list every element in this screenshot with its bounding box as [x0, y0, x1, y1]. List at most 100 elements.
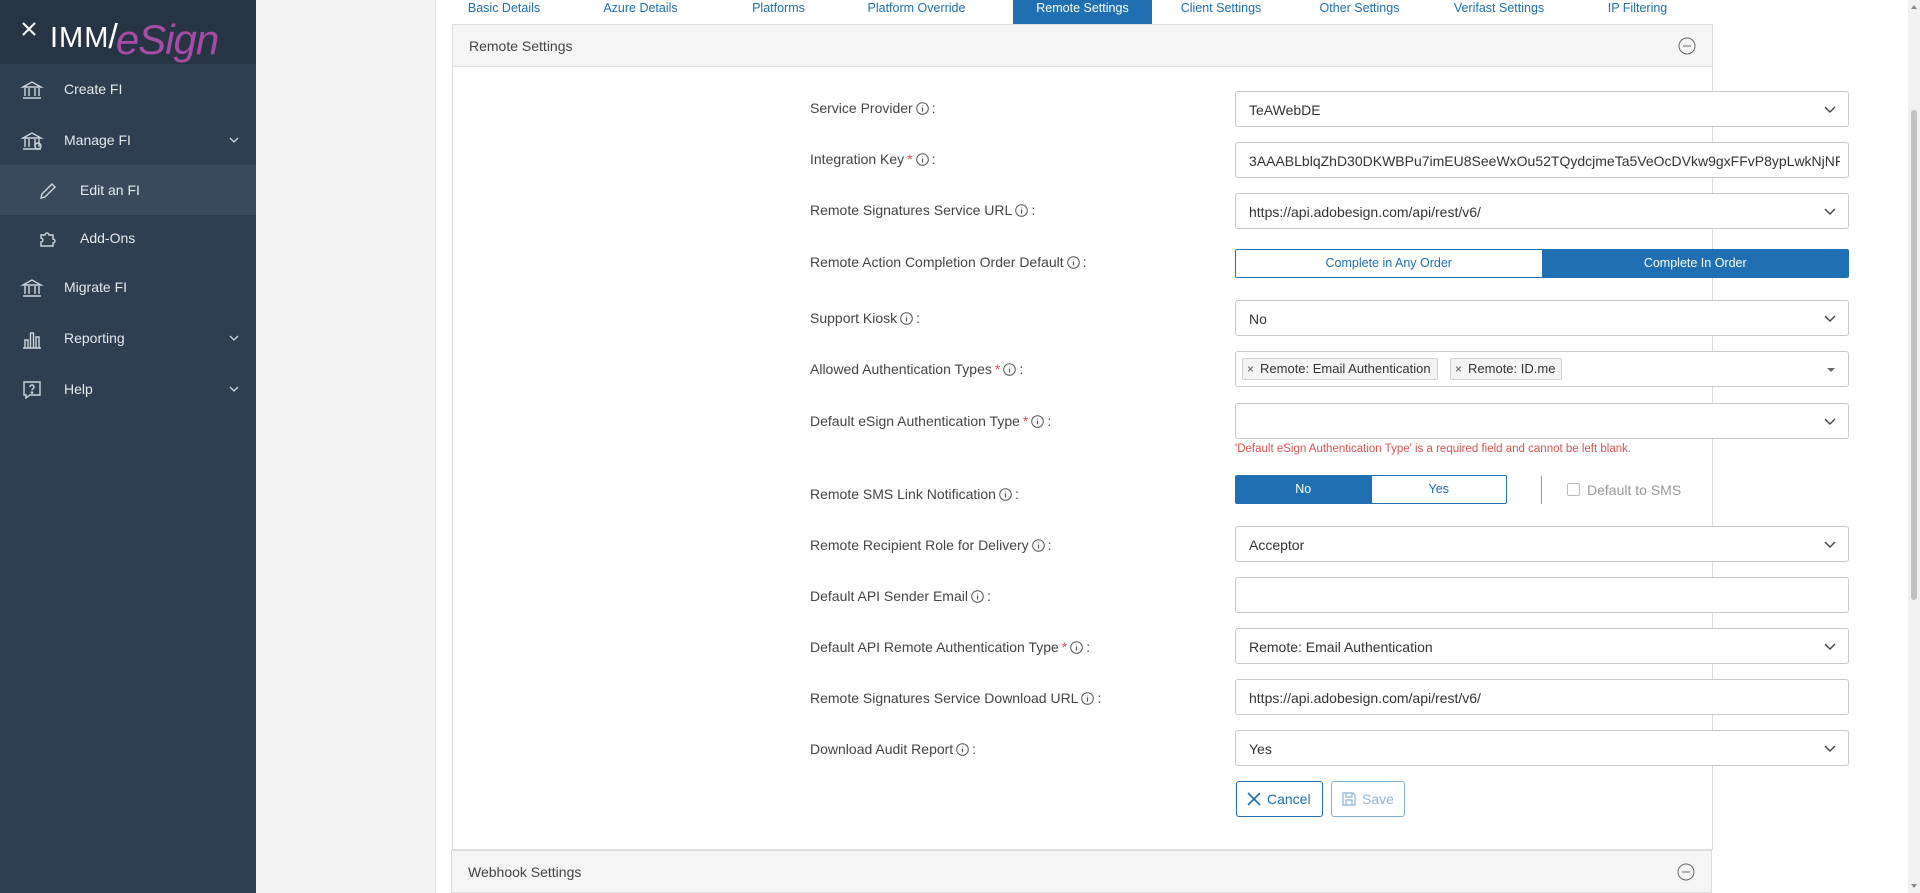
api-remote-auth-label: Default API Remote Authentication Type *: — [810, 639, 1091, 655]
sidebar-item-create-fi[interactable]: Create FI — [0, 64, 256, 114]
completion-order-label: Remote Action Completion Order Default: — [810, 254, 1087, 270]
tab-azure-details[interactable]: Azure Details — [572, 0, 709, 24]
sidebar-item-label: Edit an FI — [80, 182, 140, 198]
cancel-label: Cancel — [1267, 791, 1311, 807]
download-audit-select[interactable]: Yes — [1235, 730, 1849, 766]
sidebar-item-help[interactable]: Help — [0, 364, 256, 414]
webhook-settings-header[interactable]: Webhook Settings — [451, 850, 1712, 893]
support-kiosk-select[interactable]: No — [1235, 300, 1849, 336]
tab-platform-override[interactable]: Platform Override — [848, 0, 985, 24]
scrollbar-thumb[interactable] — [1911, 110, 1917, 600]
download-url-input[interactable]: https://api.adobesign.com/api/rest/v6/ — [1235, 679, 1849, 715]
option-no[interactable]: No — [1236, 476, 1371, 503]
chevron-down-icon — [229, 335, 239, 341]
cancel-button[interactable]: Cancel — [1236, 781, 1323, 817]
label-text: Default API Remote Authentication Type — [810, 639, 1059, 655]
auth-chip: × Remote: Email Authentication — [1242, 358, 1438, 380]
sidebar-item-reporting[interactable]: Reporting — [0, 313, 256, 363]
settings-tabs: Basic Details Azure Details Platforms Pl… — [436, 0, 1920, 24]
download-audit-label: Download Audit Report: — [810, 741, 977, 757]
label-text: Download Audit Report — [810, 741, 954, 757]
remove-chip-icon[interactable]: × — [1247, 362, 1254, 376]
tab-ip-filtering[interactable]: IP Filtering — [1569, 0, 1706, 24]
label-text: Remote Signatures Service Download URL — [810, 690, 1079, 706]
info-icon[interactable] — [1070, 641, 1084, 654]
default-esign-auth-label: Default eSign Authentication Type *: — [810, 413, 1052, 429]
support-kiosk-label: Support Kiosk: — [810, 310, 921, 326]
sidebar-item-add-ons[interactable]: Add-Ons — [0, 213, 256, 263]
info-icon[interactable] — [971, 590, 984, 603]
default-esign-auth-select[interactable] — [1235, 403, 1849, 439]
info-icon[interactable] — [1031, 539, 1045, 552]
default-to-sms-checkbox[interactable] — [1567, 483, 1580, 496]
sidebar-item-migrate-fi[interactable]: Migrate FI — [0, 262, 256, 312]
info-icon[interactable] — [900, 312, 913, 325]
remove-chip-icon[interactable]: × — [1455, 362, 1462, 376]
close-icon[interactable] — [20, 20, 38, 38]
service-provider-select[interactable]: TeAWebDE — [1235, 91, 1849, 127]
api-remote-auth-select[interactable]: Remote: Email Authentication — [1235, 628, 1849, 664]
input-value: 3AAABLblqZhD30DKWBPu7imEU8SeeWxOu52TQydc… — [1249, 153, 1840, 169]
tab-remote-settings[interactable]: Remote Settings — [1013, 0, 1152, 24]
required-marker: * — [1061, 639, 1068, 655]
api-sender-email-input[interactable] — [1235, 577, 1849, 613]
api-sender-email-label: Default API Sender Email: — [810, 588, 991, 604]
panel-title: Remote Settings — [469, 38, 573, 54]
recipient-role-select[interactable]: Acceptor — [1235, 526, 1849, 562]
chevron-down-icon — [229, 386, 239, 392]
info-icon[interactable] — [956, 743, 970, 756]
tab-client-settings[interactable]: Client Settings — [1152, 0, 1290, 24]
select-value: TeAWebDE — [1249, 102, 1321, 118]
integration-key-input[interactable]: 3AAABLblqZhD30DKWBPu7imEU8SeeWxOu52TQydc… — [1235, 142, 1849, 178]
sms-notification-toggle: No Yes — [1235, 475, 1507, 504]
sidebar-item-manage-fi[interactable]: Manage FI — [0, 115, 256, 165]
info-icon[interactable] — [915, 153, 929, 166]
service-provider-label: Service Provider: — [810, 100, 936, 116]
tab-platforms[interactable]: Platforms — [709, 0, 848, 24]
option-yes[interactable]: Yes — [1370, 476, 1506, 503]
allowed-auth-types-multiselect[interactable]: × Remote: Email Authentication × Remote: I… — [1235, 351, 1849, 387]
chevron-down-icon — [1824, 106, 1836, 113]
collapse-icon[interactable] — [1678, 37, 1696, 55]
sidebar-item-edit-an-fi[interactable]: Edit an FI — [0, 165, 256, 215]
allowed-auth-types-label: Allowed Authentication Types *: — [810, 361, 1024, 377]
info-icon[interactable] — [1015, 204, 1029, 217]
info-icon[interactable] — [1003, 363, 1017, 376]
save-label: Save — [1362, 791, 1394, 807]
app-logo[interactable]: IMM/eSign — [50, 6, 219, 63]
label-text: Remote SMS Link Notification — [810, 486, 996, 502]
info-icon[interactable] — [1081, 692, 1095, 705]
sidebar-item-label: Migrate FI — [64, 279, 128, 295]
chevron-down-icon — [1824, 418, 1836, 425]
close-icon — [1247, 792, 1261, 806]
tab-other-settings[interactable]: Other Settings — [1290, 0, 1429, 24]
tab-verifast-settings[interactable]: Verifast Settings — [1429, 0, 1569, 24]
chip-label: Remote: Email Authentication — [1260, 361, 1431, 376]
chevron-down-icon — [1824, 541, 1836, 548]
scroll-down-icon[interactable] — [1910, 882, 1918, 890]
scrollbar[interactable] — [1908, 0, 1920, 893]
tab-basic-details[interactable]: Basic Details — [436, 0, 572, 24]
label-text: Remote Signatures Service URL — [810, 202, 1013, 218]
scroll-up-icon[interactable] — [1910, 3, 1918, 11]
info-icon[interactable] — [915, 102, 929, 115]
divider — [1541, 476, 1542, 504]
info-icon[interactable] — [1031, 415, 1045, 428]
label-text: Integration Key — [810, 151, 905, 167]
select-value: https://api.adobesign.com/api/rest/v6/ — [1249, 204, 1481, 220]
default-esign-auth-error: 'Default eSign Authentication Type' is a… — [1235, 443, 1632, 455]
remote-settings-header[interactable]: Remote Settings — [453, 25, 1712, 67]
collapse-icon[interactable] — [1677, 863, 1695, 881]
option-complete-any-order[interactable]: Complete in Any Order — [1236, 250, 1542, 277]
sidebar-item-label: Manage FI — [64, 132, 131, 148]
save-button[interactable]: Save — [1331, 781, 1405, 817]
auth-chip: × Remote: ID.me — [1450, 358, 1563, 380]
info-icon[interactable] — [999, 488, 1012, 501]
select-value: Remote: Email Authentication — [1249, 639, 1433, 655]
chip-label: Remote: ID.me — [1468, 361, 1556, 376]
service-url-select[interactable]: https://api.adobesign.com/api/rest/v6/ — [1235, 193, 1849, 229]
option-complete-in-order[interactable]: Complete In Order — [1541, 250, 1848, 277]
download-url-label: Remote Signatures Service Download URL: — [810, 690, 1102, 706]
info-icon[interactable] — [1066, 256, 1080, 269]
sidebar-item-label: Add-Ons — [80, 230, 136, 246]
